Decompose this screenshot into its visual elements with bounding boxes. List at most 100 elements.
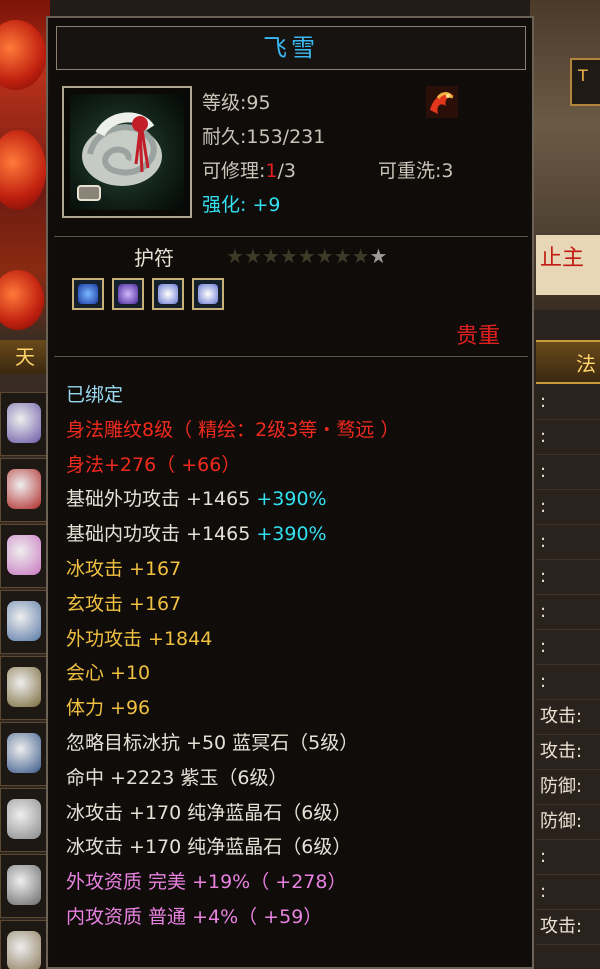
property-bonus: +390%	[256, 523, 327, 546]
purple-gem-icon	[118, 284, 138, 304]
property-line: 玄攻击 +167	[66, 587, 526, 622]
right-stat-row: :	[536, 665, 600, 700]
flame-bird-icon	[424, 84, 460, 120]
property-text: 体力 +96	[66, 697, 151, 720]
repair-max: /3	[277, 160, 297, 182]
right-stat-row: :	[536, 840, 600, 875]
right-stat-row: 防御:	[536, 770, 600, 805]
equipment-icon	[7, 931, 41, 969]
property-text: 冰攻击 +167	[66, 557, 182, 580]
repair-current: 1	[265, 160, 278, 182]
item-tooltip: 飞雪 等级:95 耐久:153/231 可修理:1/3 可重洗:3 强化: +9	[46, 16, 534, 969]
property-text: 已绑定	[66, 384, 124, 406]
star-rating: ★★★★★★★★★	[226, 244, 387, 268]
right-stat-row: 攻击:	[536, 735, 600, 770]
item-repair: 可修理:1/3	[202, 156, 296, 183]
gem-slot-sapphire[interactable]	[72, 278, 104, 310]
property-text: 基础外功攻击 +1465	[66, 488, 257, 511]
right-panel-header-text: 法	[576, 352, 596, 376]
equipment-icon	[7, 667, 41, 707]
property-line: 体力 +96	[66, 691, 526, 726]
property-line: 忽略目标冰抗 +50 蓝冥石（5级）	[66, 726, 526, 761]
property-text: 命中 +2223 紫玉（6级）	[66, 766, 288, 789]
crystal-gem-icon	[158, 284, 178, 304]
property-line: 外功攻击 +1844	[66, 622, 526, 657]
item-type: 护符	[134, 246, 174, 270]
right-stat-row: :	[536, 630, 600, 665]
property-line: 外攻资质 完美 +19%（ +278）	[66, 865, 526, 900]
property-text: 冰攻击 +170 纯净蓝晶石（6级）	[66, 836, 352, 859]
equipment-slot[interactable]	[0, 524, 50, 588]
property-line: 会心 +10	[66, 656, 526, 691]
equipment-icon	[7, 403, 41, 443]
property-line: 冰攻击 +167	[66, 552, 526, 587]
property-line: 基础内功攻击 +1465 +390%	[66, 517, 526, 552]
property-text: 基础内功攻击 +1465	[66, 523, 257, 546]
right-banner-text: 止主	[540, 246, 585, 271]
property-line: 基础外功攻击 +1465 +390%	[66, 482, 526, 517]
enhance-value: +9	[252, 194, 281, 216]
item-level: 等级:95	[202, 92, 271, 114]
property-text: 会心 +10	[66, 662, 151, 685]
star-icon: ★	[333, 244, 352, 268]
star-icon: ★	[297, 244, 316, 268]
item-title-bar: 飞雪	[56, 26, 526, 70]
equipment-slot[interactable]	[0, 920, 50, 969]
item-icon-frame	[62, 86, 192, 218]
property-text: 内攻资质 普通 +4%（ +59）	[66, 905, 323, 928]
right-stat-row: :	[536, 420, 600, 455]
gem-slot-crystal-2[interactable]	[192, 278, 224, 310]
right-panel-header: 法	[536, 340, 600, 384]
right-stat-row: :	[536, 385, 600, 420]
property-text: 外功攻击 +1844	[66, 627, 213, 650]
equipment-icon	[7, 799, 41, 839]
equipment-slot[interactable]	[0, 590, 50, 654]
right-stat-row: 防御:	[536, 805, 600, 840]
equipment-slot[interactable]	[0, 392, 50, 456]
equipment-slot[interactable]	[0, 788, 50, 852]
star-icon: ★	[279, 244, 298, 268]
item-rewash: 可重洗:3	[378, 160, 454, 182]
property-text: 身法+276（ +66）	[66, 453, 241, 476]
crystal-gem-icon	[198, 284, 218, 304]
blue-gem-icon	[78, 284, 98, 304]
star-icon: ★	[369, 244, 388, 268]
equipment-icon	[7, 733, 41, 773]
left-panel-label: 天	[0, 340, 50, 374]
durability-label: 耐久:	[202, 126, 247, 148]
property-line: 冰攻击 +170 纯净蓝晶石（6级）	[66, 796, 526, 831]
right-stat-row: :	[536, 560, 600, 595]
gem-slot-crystal-1[interactable]	[152, 278, 184, 310]
equipment-slot[interactable]	[0, 854, 50, 918]
durability-value: 153/231	[246, 126, 326, 148]
equipment-slot[interactable]	[0, 458, 50, 522]
right-stat-row: :	[536, 490, 600, 525]
item-rarity: 贵重	[455, 324, 500, 349]
star-icon: ★	[315, 244, 334, 268]
property-text: 玄攻击 +167	[66, 592, 182, 615]
gem-slot-purple[interactable]	[112, 278, 144, 310]
equipment-slot[interactable]	[0, 656, 50, 720]
property-line: 身法+276（ +66）	[66, 448, 526, 483]
right-stat-row: :	[536, 875, 600, 910]
equipment-slot[interactable]	[0, 722, 50, 786]
item-name: 飞雪	[263, 34, 319, 62]
property-text: 忽略目标冰抗 +50 蓝冥石（5级）	[66, 731, 359, 754]
enhance-label: 强化:	[202, 194, 247, 216]
equipment-icon	[7, 865, 41, 905]
star-icon: ★	[243, 244, 262, 268]
item-durability: 耐久:153/231	[202, 122, 325, 149]
equipment-icon	[7, 535, 41, 575]
star-icon: ★	[226, 244, 244, 268]
star-icon: ★	[351, 244, 370, 268]
repair-label: 可修理:	[202, 160, 266, 182]
property-text: 外攻资质 完美 +19%（ +278）	[66, 871, 347, 894]
star-icon: ★	[261, 244, 280, 268]
property-line: 已绑定	[66, 378, 526, 413]
property-line: 内攻资质 普通 +4%（ +59）	[66, 900, 526, 935]
corner-button[interactable]: T	[570, 58, 600, 106]
property-line: 身法雕纹8级（ 精绘：2级3等・骛远 ）	[66, 413, 526, 448]
right-stat-row: :	[536, 525, 600, 560]
divider	[54, 356, 528, 357]
equipment-icon	[7, 469, 41, 509]
